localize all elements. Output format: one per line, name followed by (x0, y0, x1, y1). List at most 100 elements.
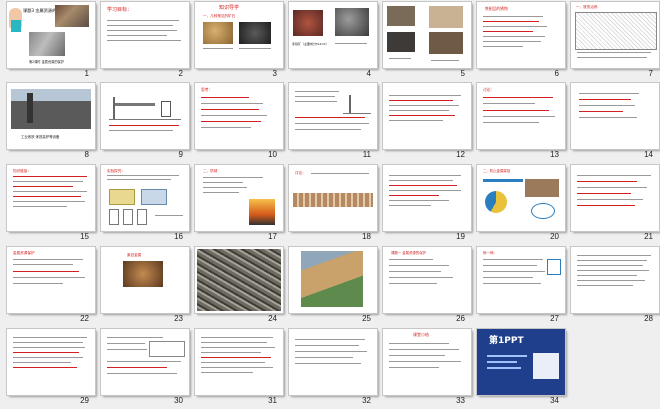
landfill-photo (525, 179, 559, 197)
slide-title: 二、防止金属腐蚀 (483, 169, 511, 173)
slide-preview: 铁制品的锈蚀 (477, 2, 565, 68)
slide-number: 9 (178, 150, 183, 159)
slide-thumbnail-14[interactable]: 14 (564, 81, 659, 162)
slide-thumbnail-29[interactable]: 29 (0, 327, 95, 408)
slide-number: 21 (644, 232, 653, 241)
slide-preview: 讨论： (289, 165, 377, 231)
ore-caption: 赤铁矿（主要成分Fe2O3） (292, 42, 329, 46)
slide-preview: 工业炼铁 炼铁高炉等设备 (7, 83, 95, 149)
slide-preview: 课题一 金属资源的保护 (383, 247, 471, 313)
slide-number: 28 (644, 314, 653, 323)
slide-thumbnail-1[interactable]: 课题3 金属资源的利用和保护 第2课时 金属资源的保护 1 (0, 0, 95, 81)
slide-preview (101, 329, 189, 395)
scrap-yard-photo (197, 249, 281, 311)
recycling-photo (301, 251, 363, 307)
ore-photo (203, 22, 233, 44)
ore-photo (239, 22, 271, 44)
slide-preview: 金属资源保护 (7, 247, 95, 313)
beaker (161, 101, 171, 117)
slide-number: 14 (644, 150, 653, 159)
slide-thumbnail-21[interactable]: 21 (564, 163, 659, 244)
slide-thumbnail-10[interactable]: 思考： 10 (188, 81, 283, 162)
chimney (27, 93, 33, 123)
slide-preview (383, 2, 471, 68)
slide-preview (289, 83, 377, 149)
stand (349, 95, 351, 113)
scrap-metal-photo (123, 261, 163, 287)
slide-number: 30 (174, 396, 183, 405)
slide-thumbnail-34[interactable]: 第1PPT 34 (470, 327, 565, 408)
slide-thumbnail-31[interactable]: 31 (188, 327, 283, 408)
ore-photo (293, 10, 323, 36)
slide-thumbnail-28[interactable]: 28 (564, 245, 659, 326)
qr-code-image (533, 353, 559, 379)
slide-preview: 第1PPT (477, 329, 565, 395)
slide-thumbnail-32[interactable]: 32 (282, 327, 377, 408)
slide-preview (571, 83, 659, 149)
slide-thumbnail-4[interactable]: 赤铁矿（主要成分Fe2O3） 4 (282, 0, 377, 81)
slide-thumbnail-30[interactable]: 30 (94, 327, 189, 408)
ore-pile-photo (29, 32, 65, 56)
slide-number: 17 (268, 232, 277, 241)
slide-thumbnail-9[interactable]: 9 (94, 81, 189, 162)
slide-number: 22 (80, 314, 89, 323)
slide-preview: 课堂小结 (383, 329, 471, 395)
slide-preview (195, 247, 283, 313)
slide-thumbnail-15[interactable]: 知识链接： 15 (0, 163, 95, 244)
slide-thumbnail-5[interactable]: 5 (376, 0, 471, 81)
slide-number: 5 (460, 69, 465, 78)
slide-preview: 实验探究： (101, 165, 189, 231)
slide-preview: 废旧金属 (101, 247, 189, 313)
slide-title: 二、防锈 (203, 169, 218, 173)
experiment-image (141, 189, 167, 205)
slide-preview: 赤铁矿（主要成分Fe2O3） (289, 2, 377, 68)
slide-thumbnail-20[interactable]: 二、防止金属腐蚀 20 (470, 163, 565, 244)
slide-thumbnail-6[interactable]: 铁制品的锈蚀 6 (470, 0, 565, 81)
slide-thumbnail-2[interactable]: 学习目标： 2 (94, 0, 189, 81)
slide-title: 知识链接： (13, 169, 31, 173)
slide-thumbnail-16[interactable]: 实验探究： 16 (94, 163, 189, 244)
slide-thumbnail-12[interactable]: 12 (376, 81, 471, 162)
slide-number: 12 (456, 150, 465, 159)
slide-title: 讨论： (295, 171, 306, 175)
slide-number: 7 (648, 69, 653, 78)
test-tube (123, 209, 133, 225)
slide-thumbnail-25[interactable]: 25 (282, 245, 377, 326)
slide-thumbnail-3[interactable]: 知识导学 一、几种常见的矿石 3 (188, 0, 283, 81)
slide-number: 19 (456, 232, 465, 241)
slide-thumbnail-26[interactable]: 课题一 金属资源的保护 26 (376, 245, 471, 326)
slide-thumbnail-8[interactable]: 工业炼铁 炼铁高炉等设备 8 (0, 81, 95, 162)
stand (113, 97, 115, 119)
slide-preview: 二、防止金属腐蚀 (477, 165, 565, 231)
slide-thumbnail-22[interactable]: 金属资源保护 22 (0, 245, 95, 326)
slide-title: 实验探究： (107, 169, 125, 173)
slide-thumbnail-27[interactable]: 练一练： 27 (470, 245, 565, 326)
ore-photo (429, 6, 463, 28)
tube (115, 103, 155, 106)
slide-thumbnail-23[interactable]: 废旧金属 23 (94, 245, 189, 326)
slide-thumbnail-7[interactable]: 一、铁的冶炼 7 (564, 0, 659, 81)
slide-number: 20 (550, 232, 559, 241)
blast-furnace-photo (11, 89, 91, 129)
slide-thumbnail-17[interactable]: 二、防锈 17 (188, 163, 283, 244)
slide-preview: 二、防锈 (195, 165, 283, 231)
slide-thumbnail-18[interactable]: 讨论： 18 (282, 163, 377, 244)
slide-number: 34 (550, 396, 559, 405)
slide-number: 33 (456, 396, 465, 405)
test-tube (109, 209, 119, 225)
slide-subtitle: 第2课时 金属资源的保护 (29, 60, 64, 64)
lab-apparatus-diagram (343, 91, 371, 114)
experiment-image (109, 189, 135, 205)
test-tube (137, 209, 147, 225)
slide-thumbnail-19[interactable]: 19 (376, 163, 471, 244)
slide-preview (383, 83, 471, 149)
slide-thumbnail-24[interactable]: 24 (188, 245, 283, 326)
divider (487, 367, 521, 369)
divider (487, 355, 527, 357)
ore-photo (429, 32, 463, 54)
slide-thumbnail-13[interactable]: 讨论： 13 (470, 81, 565, 162)
slide-thumbnail-33[interactable]: 课堂小结 33 (376, 327, 471, 408)
brand-logo: 第1PPT (489, 336, 524, 346)
slide-thumbnail-11[interactable]: 11 (282, 81, 377, 162)
slide-number: 27 (550, 314, 559, 323)
